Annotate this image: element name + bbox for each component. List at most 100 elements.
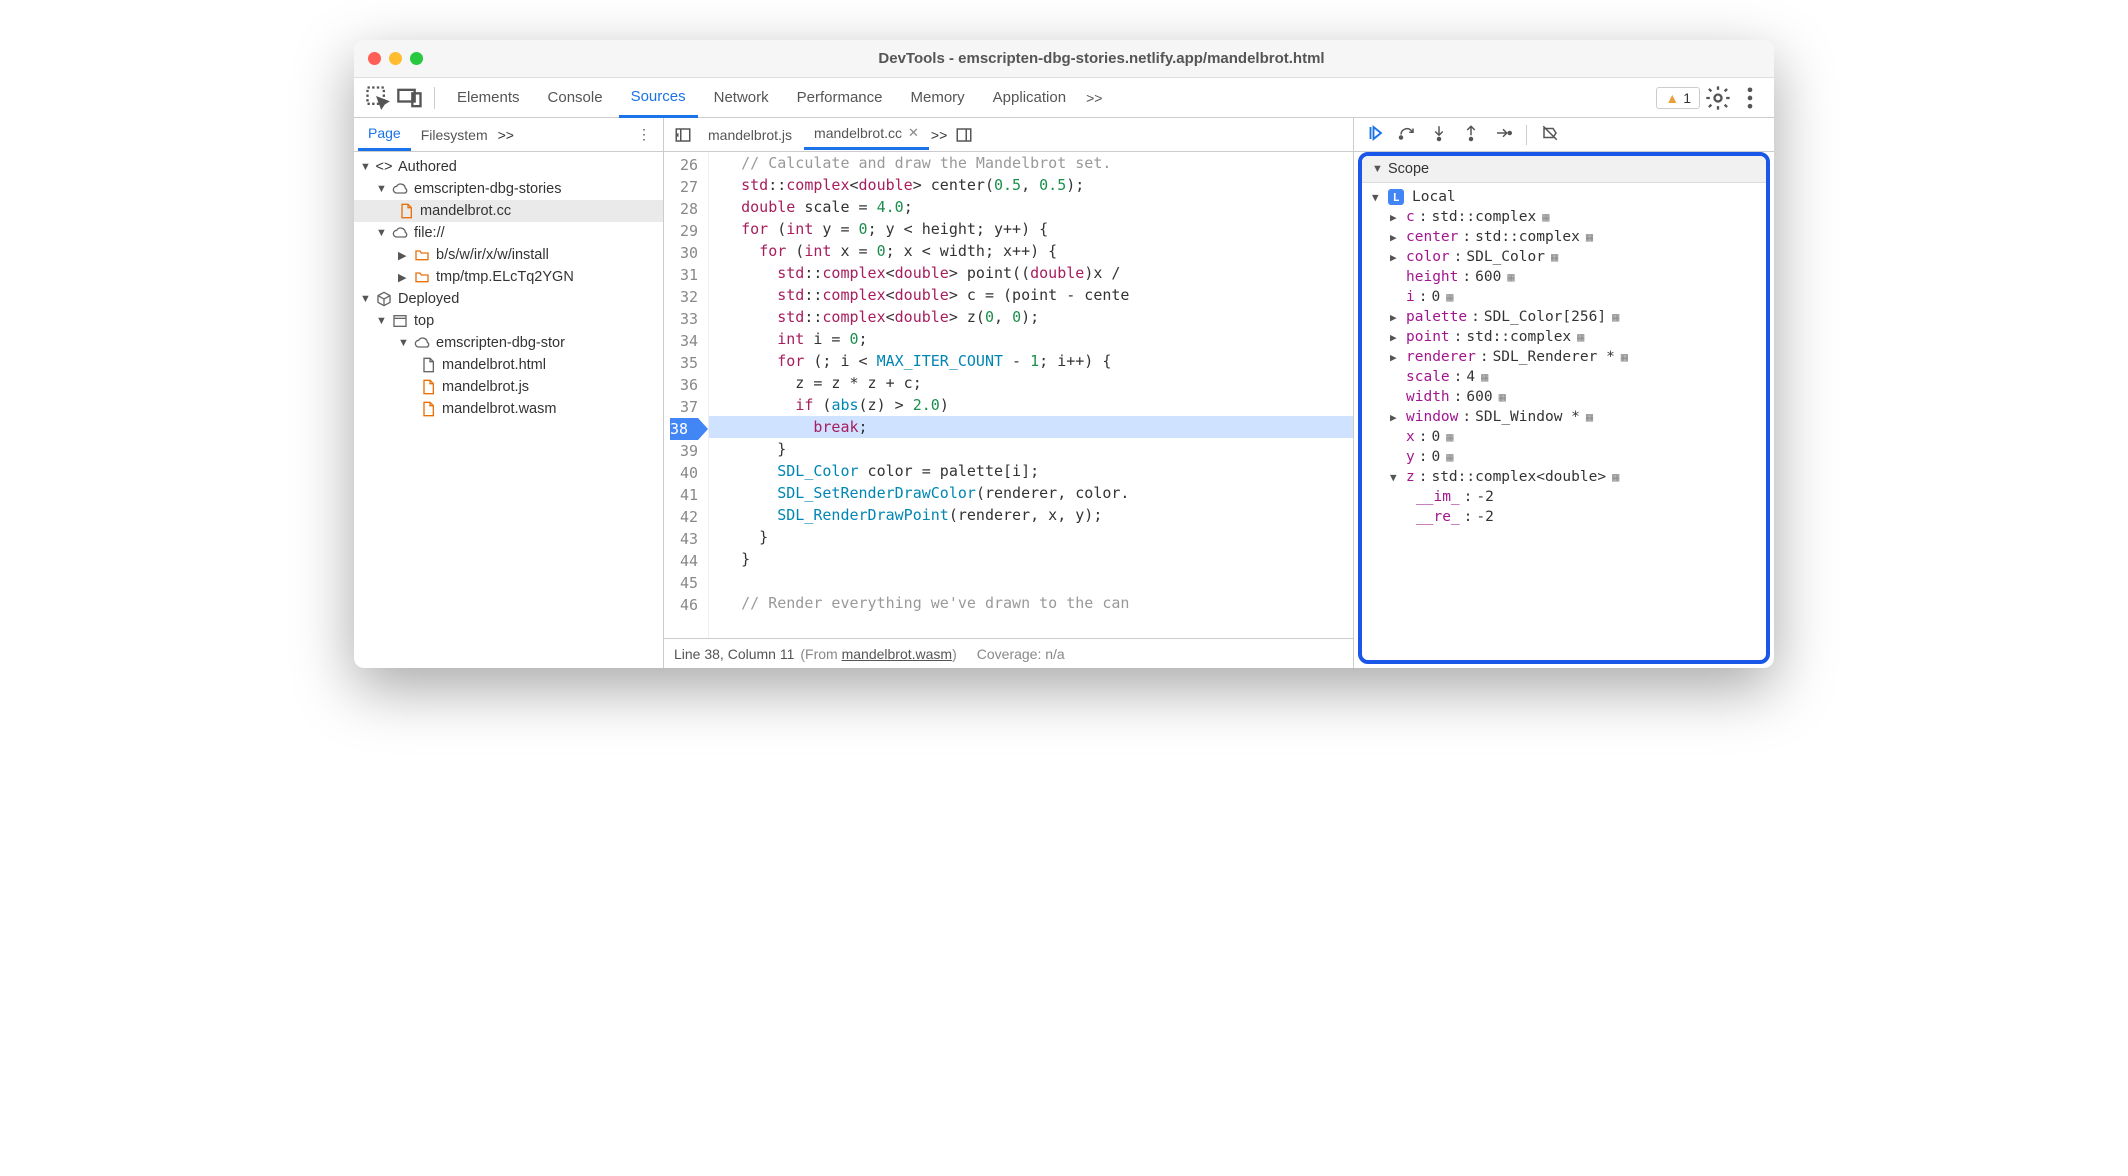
scope-var[interactable]: ▶point: std::complex▦ [1362, 327, 1766, 347]
memory-icon[interactable]: ▦ [1621, 350, 1628, 364]
code-line[interactable]: int i = 0; [709, 328, 1353, 350]
deactivate-breakpoints-icon[interactable] [1541, 124, 1559, 145]
file-tabs-overflow[interactable]: >> [931, 127, 947, 143]
nav-tab-page[interactable]: Page [358, 118, 411, 151]
memory-icon[interactable]: ▦ [1586, 230, 1593, 244]
tree-domain[interactable]: ▼emscripten-dbg-stor [354, 332, 663, 354]
line-number[interactable]: 34 [670, 330, 698, 352]
memory-icon[interactable]: ▦ [1612, 310, 1619, 324]
memory-icon[interactable]: ▦ [1446, 430, 1453, 444]
toggle-navigator-icon[interactable] [670, 126, 696, 144]
scope-var[interactable]: ▶center: std::complex▦ [1362, 227, 1766, 247]
tree-file[interactable]: mandelbrot.js [354, 376, 663, 398]
line-number[interactable]: 44 [670, 550, 698, 572]
tree-file-mandelbrot-cc[interactable]: mandelbrot.cc [354, 200, 663, 222]
code-line[interactable]: SDL_SetRenderDrawColor(renderer, color. [709, 482, 1353, 504]
line-number[interactable]: 30 [670, 242, 698, 264]
scope-var[interactable]: ▶palette: SDL_Color[256]▦ [1362, 307, 1766, 327]
line-number[interactable]: 38 [670, 418, 698, 440]
close-button[interactable] [368, 52, 381, 65]
line-number[interactable]: 27 [670, 176, 698, 198]
code-line[interactable]: // Render everything we've drawn to the … [709, 592, 1353, 614]
tab-network[interactable]: Network [702, 79, 781, 116]
line-number[interactable]: 40 [670, 462, 698, 484]
scope-var[interactable]: x: 0▦ [1362, 427, 1766, 447]
tree-file-scheme[interactable]: ▼file:// [354, 222, 663, 244]
code-line[interactable]: std::complex<double> c = (point - cente [709, 284, 1353, 306]
memory-icon[interactable]: ▦ [1586, 410, 1593, 424]
resume-icon[interactable] [1366, 124, 1384, 145]
device-icon[interactable] [396, 84, 424, 112]
file-tab-mandelbrot-js[interactable]: mandelbrot.js [698, 121, 802, 149]
line-number[interactable]: 41 [670, 484, 698, 506]
tab-elements[interactable]: Elements [445, 79, 532, 116]
scope-var[interactable]: i: 0▦ [1362, 287, 1766, 307]
source-link[interactable]: mandelbrot.wasm [842, 646, 953, 662]
scope-var[interactable]: scale: 4▦ [1362, 367, 1766, 387]
step-over-icon[interactable] [1398, 124, 1416, 145]
line-gutter[interactable]: 2627282930313233343536373839404142434445… [664, 152, 709, 638]
line-number[interactable]: 46 [670, 594, 698, 616]
tree-domain[interactable]: ▼emscripten-dbg-stories [354, 178, 663, 200]
memory-icon[interactable]: ▦ [1446, 450, 1453, 464]
scope-var-z-im[interactable]: __im_: -2 [1362, 487, 1766, 507]
code-line[interactable]: for (int y = 0; y < height; y++) { [709, 218, 1353, 240]
minimize-button[interactable] [389, 52, 402, 65]
tab-application[interactable]: Application [981, 79, 1078, 116]
memory-icon[interactable]: ▦ [1507, 270, 1514, 284]
scope-var-z-re[interactable]: __re_: -2 [1362, 507, 1766, 527]
tree-authored[interactable]: ▼<>Authored [354, 156, 663, 178]
line-number[interactable]: 39 [670, 440, 698, 462]
tab-console[interactable]: Console [536, 79, 615, 116]
code-line[interactable]: double scale = 4.0; [709, 196, 1353, 218]
scope-var[interactable]: ▶color: SDL_Color▦ [1362, 247, 1766, 267]
code-line[interactable]: for (int x = 0; x < width; x++) { [709, 240, 1353, 262]
nav-overflow[interactable]: >> [498, 127, 514, 143]
code-area[interactable]: // Calculate and draw the Mandelbrot set… [709, 152, 1353, 638]
code-line[interactable]: std::complex<double> point((double)x / [709, 262, 1353, 284]
scope-var[interactable]: ▶renderer: SDL_Renderer *▦ [1362, 347, 1766, 367]
settings-icon[interactable] [1704, 84, 1732, 112]
file-tab-mandelbrot-cc[interactable]: mandelbrot.cc✕ [804, 119, 929, 150]
tree-folder[interactable]: ▶b/s/w/ir/x/w/install [354, 244, 663, 266]
line-number[interactable]: 26 [670, 154, 698, 176]
close-icon[interactable]: ✕ [908, 125, 919, 141]
scope-var[interactable]: ▶c: std::complex▦ [1362, 207, 1766, 227]
code-line[interactable]: } [709, 438, 1353, 460]
line-number[interactable]: 31 [670, 264, 698, 286]
code-line[interactable]: if (abs(z) > 2.0) [709, 394, 1353, 416]
code-editor[interactable]: 2627282930313233343536373839404142434445… [664, 152, 1353, 638]
tree-file[interactable]: mandelbrot.html [354, 354, 663, 376]
line-number[interactable]: 42 [670, 506, 698, 528]
line-number[interactable]: 33 [670, 308, 698, 330]
step-icon[interactable] [1494, 124, 1512, 145]
scope-var-z[interactable]: ▼z: std::complex<double>▦ [1362, 467, 1766, 487]
line-number[interactable]: 32 [670, 286, 698, 308]
scope-var[interactable]: ▶window: SDL_Window *▦ [1362, 407, 1766, 427]
line-number[interactable]: 36 [670, 374, 698, 396]
tree-deployed[interactable]: ▼Deployed [354, 288, 663, 310]
scope-header[interactable]: ▼Scope [1362, 156, 1766, 183]
scope-local[interactable]: ▼LLocal [1362, 187, 1766, 207]
line-number[interactable]: 45 [670, 572, 698, 594]
tree-folder[interactable]: ▶tmp/tmp.ELcTq2YGN [354, 266, 663, 288]
line-number[interactable]: 43 [670, 528, 698, 550]
code-line[interactable]: // Calculate and draw the Mandelbrot set… [709, 152, 1353, 174]
nav-kebab-icon[interactable]: ⋮ [629, 126, 659, 143]
memory-icon[interactable]: ▦ [1612, 470, 1619, 484]
memory-icon[interactable]: ▦ [1446, 290, 1453, 304]
scope-var[interactable]: y: 0▦ [1362, 447, 1766, 467]
code-line[interactable]: break; [709, 416, 1353, 438]
tree-file[interactable]: mandelbrot.wasm [354, 398, 663, 420]
memory-icon[interactable]: ▦ [1551, 250, 1558, 264]
memory-icon[interactable]: ▦ [1577, 330, 1584, 344]
line-number[interactable]: 29 [670, 220, 698, 242]
nav-tab-filesystem[interactable]: Filesystem [411, 120, 498, 150]
tabs-overflow[interactable]: >> [1082, 90, 1106, 106]
scope-var[interactable]: width: 600▦ [1362, 387, 1766, 407]
kebab-icon[interactable] [1736, 84, 1764, 112]
memory-icon[interactable]: ▦ [1542, 210, 1549, 224]
code-line[interactable]: std::complex<double> center(0.5, 0.5); [709, 174, 1353, 196]
scope-var[interactable]: height: 600▦ [1362, 267, 1766, 287]
code-line[interactable]: SDL_Color color = palette[i]; [709, 460, 1353, 482]
